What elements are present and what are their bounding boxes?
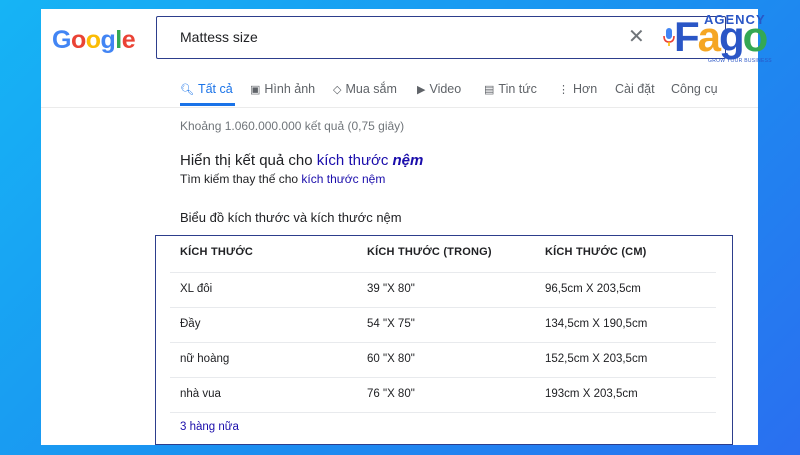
table-cell: XL đôi xyxy=(180,283,213,295)
tab-hơn[interactable]: ⋮ Hơn xyxy=(558,82,597,96)
table-cell: 60 "X 80" xyxy=(367,353,415,365)
tab-label: Công cụ xyxy=(671,82,718,96)
play-icon: ▶ xyxy=(417,83,426,96)
tab-tất-cả[interactable]: 🔍︎ Tất cả xyxy=(180,82,233,96)
more-rows-link[interactable]: 3 hàng nữa xyxy=(180,421,239,433)
table-cell: Đầy xyxy=(180,318,201,330)
table-cell: 134,5cm X 190,5cm xyxy=(545,318,648,330)
instead-prefix: Tìm kiếm thay thế cho xyxy=(180,172,302,186)
table-row-divider xyxy=(170,307,716,308)
search-results-page: Google Mattess size ✕ 🔍︎ Tất cả ▣ Hình ảnh ◇… xyxy=(41,9,758,445)
google-logo-letter: o xyxy=(85,26,101,54)
tab-hình-ảnh[interactable]: ▣ Hình ảnh xyxy=(250,82,315,96)
search-instead-link[interactable]: kích thước nệm xyxy=(301,172,385,186)
table-header-cm: KÍCH THƯỚC (CM) xyxy=(545,246,647,258)
table-cell: 54 "X 75" xyxy=(367,318,415,330)
more-vert-icon: ⋮ xyxy=(558,83,569,96)
table-cell: 76 "X 80" xyxy=(367,388,415,400)
agency-logo-letter: g xyxy=(719,13,745,60)
google-logo-letter: o xyxy=(70,26,86,54)
table-cell: nhà vua xyxy=(180,388,221,400)
tab-label: Tin tức xyxy=(498,82,537,96)
tab-label: Hơn xyxy=(573,82,598,96)
size-table: KÍCH THƯỚC KÍCH THƯỚC (TRONG) KÍCH THƯỚC… xyxy=(155,235,733,445)
google-logo-letter: e xyxy=(121,26,136,54)
tab-cài-đặt[interactable]: Cài đặt xyxy=(615,82,655,96)
table-row-divider xyxy=(170,412,716,413)
agency-logo-slogan: GROW YOUR BUSINESS xyxy=(708,58,772,64)
tab-label: Cài đặt xyxy=(615,82,655,96)
tab-label: Hình ảnh xyxy=(264,82,316,96)
news-icon: ▤ xyxy=(484,83,495,96)
agency-logo-letter: F xyxy=(674,13,700,60)
header-divider xyxy=(41,107,758,108)
google-logo-letter: G xyxy=(52,26,71,54)
table-row-divider xyxy=(170,377,716,378)
table-cell: 152,5cm X 203,5cm xyxy=(545,353,648,365)
showing-results-for: Hiển thị kết quả cho kích thước nệm xyxy=(180,152,423,169)
agency-logo-letter: o xyxy=(742,13,769,60)
search-input[interactable]: Mattess size xyxy=(180,29,258,45)
tab-label: Tất cả xyxy=(197,82,233,96)
showing-prefix: Hiển thị kết quả cho xyxy=(180,152,317,169)
tab-mua-sắm[interactable]: ◇ Mua sắm xyxy=(333,82,397,96)
search-bar[interactable]: Mattess size ✕ xyxy=(156,16,726,59)
tab-video[interactable]: ▶ Video xyxy=(417,82,461,96)
corrected-query-link[interactable]: kích thước nệm xyxy=(317,152,424,169)
table-cell: 193cm X 203,5cm xyxy=(545,388,638,400)
image-icon: ▣ xyxy=(250,83,261,96)
tab-tin-tức[interactable]: ▤ Tin tức xyxy=(484,82,537,96)
agency-logo: AGENCY Fago GROW YOUR BUSINESS xyxy=(668,10,783,66)
search-icon: 🔍︎ xyxy=(180,83,194,96)
table-cell: 39 "X 80" xyxy=(367,283,415,295)
tab-label: Mua sắm xyxy=(345,82,397,96)
result-count: Khoảng 1.060.000.000 kết quả (0,75 giây) xyxy=(180,119,405,133)
table-cell: nữ hoàng xyxy=(180,353,230,365)
tag-icon: ◇ xyxy=(333,83,342,96)
table-header-inches: KÍCH THƯỚC (TRONG) xyxy=(367,246,492,258)
active-tab-indicator xyxy=(180,103,235,106)
agency-logo-letter: a xyxy=(697,13,721,60)
table-cell: 96,5cm X 203,5cm xyxy=(545,283,641,295)
google-logo[interactable]: Google xyxy=(52,26,136,55)
close-icon[interactable]: ✕ xyxy=(628,27,645,47)
agency-logo-wordmark: Fago xyxy=(674,13,769,60)
tab-công-cụ[interactable]: Công cụ xyxy=(671,82,718,96)
table-row-divider xyxy=(170,342,716,343)
table-row-divider xyxy=(170,272,716,273)
search-instead: Tìm kiếm thay thế cho kích thước nệm xyxy=(180,172,385,186)
google-logo-letter: g xyxy=(100,26,116,54)
tab-label: Video xyxy=(429,82,462,96)
table-header-size: KÍCH THƯỚC xyxy=(180,246,254,258)
chart-title: Biểu đồ kích thước và kích thước nệm xyxy=(180,210,402,225)
